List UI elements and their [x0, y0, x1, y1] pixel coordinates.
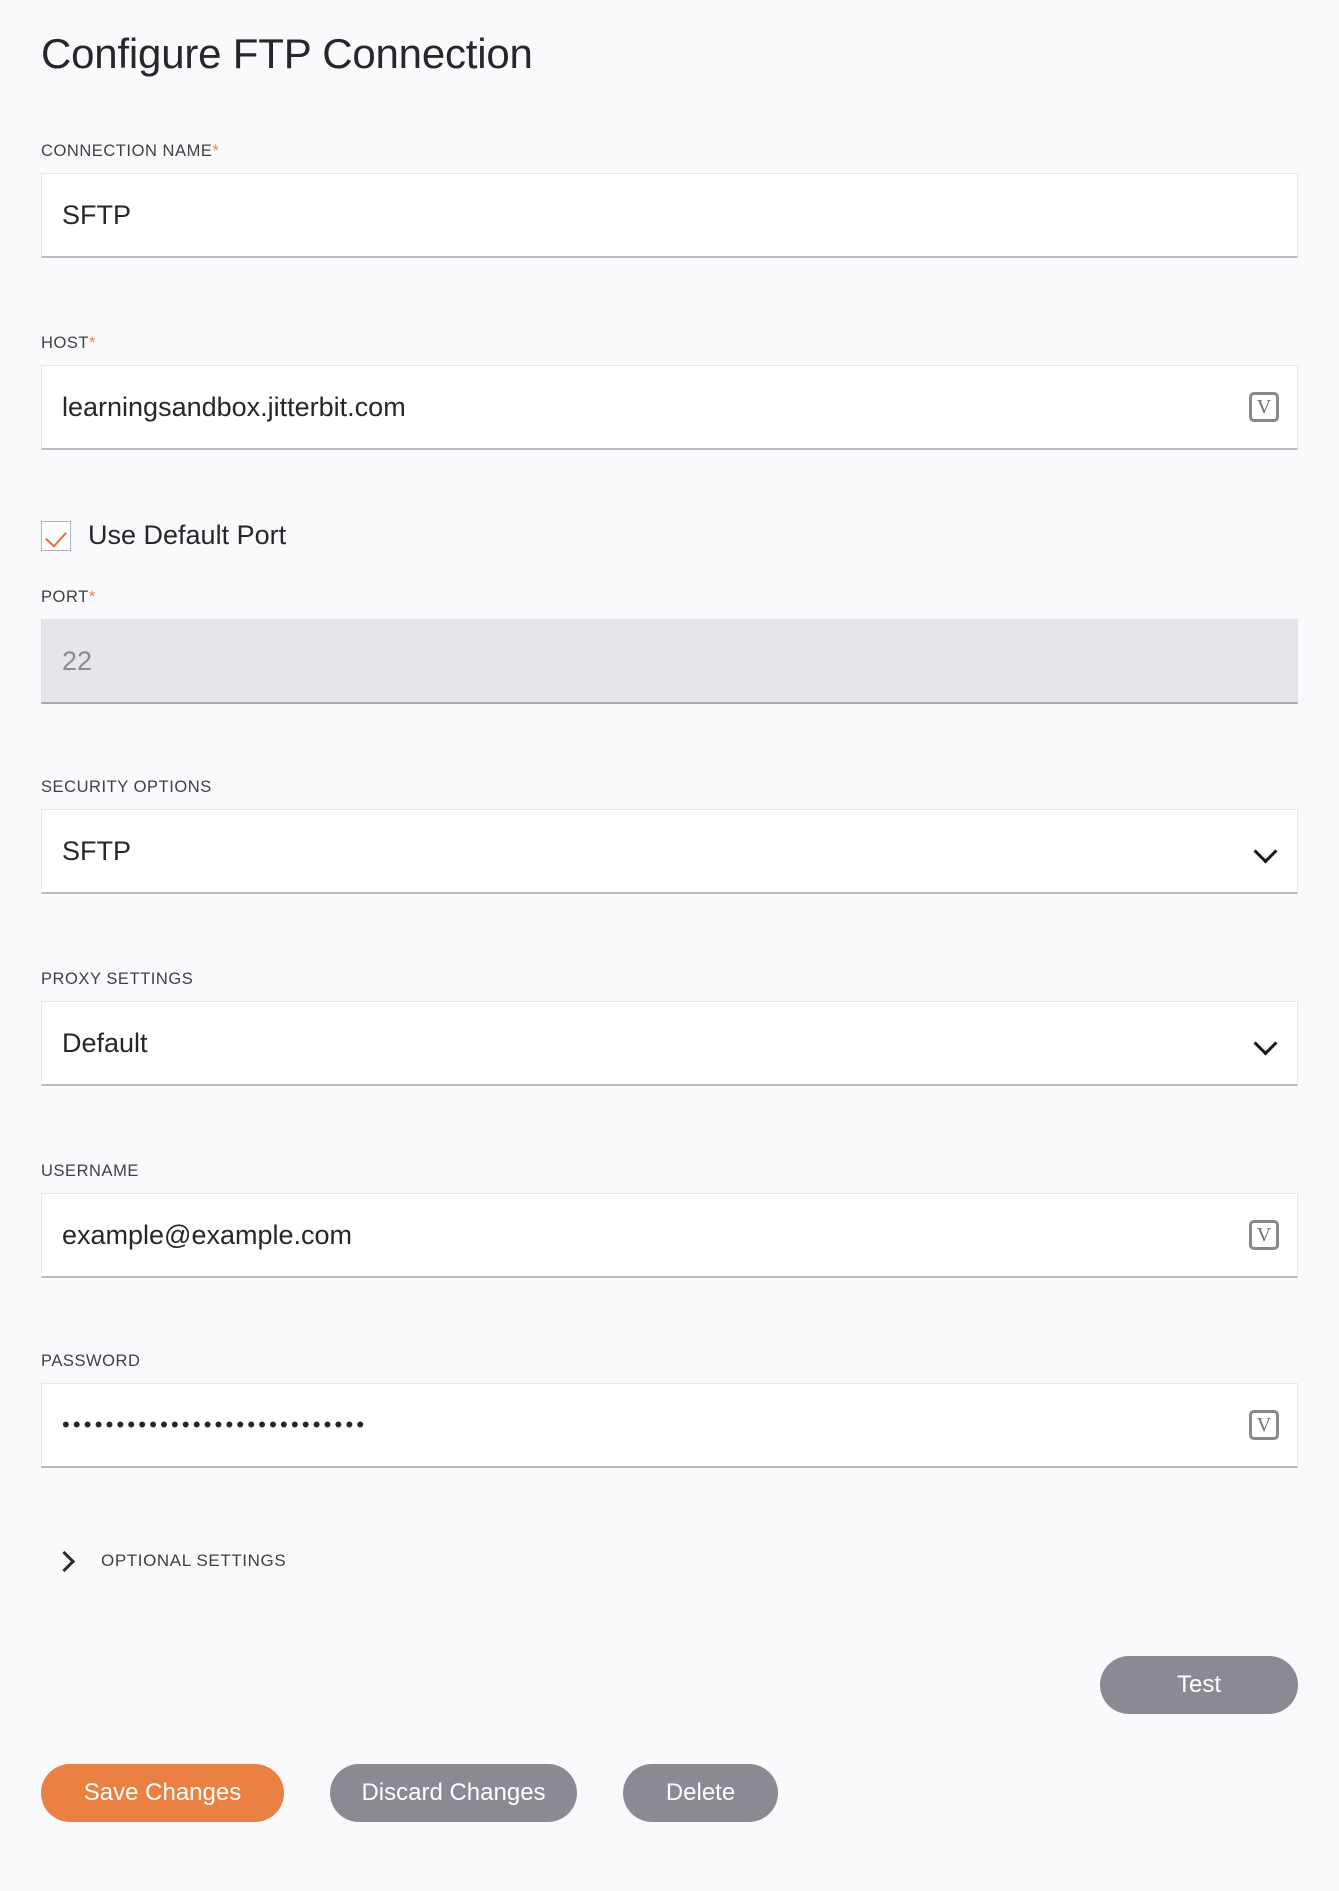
use-default-port-checkbox[interactable]	[41, 520, 71, 551]
field-connection-name: CONNECTION NAME* SFTP	[41, 142, 1298, 258]
chevron-right-icon[interactable]	[54, 1548, 76, 1574]
proxy-settings-label: PROXY SETTINGS	[41, 970, 194, 988]
configure-ftp-connection-page: Configure FTP Connection CONNECTION NAME…	[0, 0, 1339, 1891]
required-asterisk: *	[88, 587, 96, 606]
password-input[interactable]: •••••••••••••••••••••••••••• V	[41, 1383, 1298, 1468]
field-port: PORT* 22	[41, 588, 1298, 704]
security-options-label: SECURITY OPTIONS	[41, 778, 212, 796]
field-proxy-settings: PROXY SETTINGS Default	[41, 970, 1298, 1086]
test-button-row: Test	[41, 1656, 1298, 1714]
variable-icon[interactable]: V	[1249, 392, 1279, 422]
host-input[interactable]: learningsandbox.jitterbit.com V	[41, 365, 1298, 450]
password-label: PASSWORD	[41, 1352, 141, 1370]
field-security-options: SECURITY OPTIONS SFTP	[41, 778, 1298, 894]
variable-icon[interactable]: V	[1249, 1220, 1279, 1250]
page-title: Configure FTP Connection	[41, 30, 533, 77]
username-input[interactable]: example@example.com V	[41, 1193, 1298, 1278]
discard-changes-button[interactable]: Discard Changes	[330, 1764, 577, 1822]
host-value: learningsandbox.jitterbit.com	[62, 391, 406, 422]
proxy-settings-select[interactable]: Default	[41, 1001, 1298, 1086]
password-value: ••••••••••••••••••••••••••••	[62, 1414, 368, 1436]
connection-name-value: SFTP	[62, 199, 132, 230]
required-asterisk: *	[89, 333, 97, 352]
security-options-value: SFTP	[62, 835, 132, 866]
variable-icon[interactable]: V	[1249, 1410, 1279, 1440]
username-label: USERNAME	[41, 1162, 139, 1180]
use-default-port-label: Use Default Port	[88, 520, 287, 550]
footer-actions: Save Changes Discard Changes Delete	[41, 1764, 778, 1822]
optional-settings-toggle[interactable]: OPTIONAL SETTINGS	[41, 1548, 286, 1574]
connection-name-label: CONNECTION NAME*	[41, 141, 220, 160]
proxy-settings-value: Default	[62, 1027, 148, 1058]
chevron-down-icon[interactable]	[1253, 838, 1279, 864]
use-default-port-row[interactable]: Use Default Port	[41, 520, 286, 551]
security-options-select[interactable]: SFTP	[41, 809, 1298, 894]
connection-name-input[interactable]: SFTP	[41, 173, 1298, 258]
port-input: 22	[41, 619, 1298, 704]
field-host: HOST* learningsandbox.jitterbit.com V	[41, 334, 1298, 450]
host-label: HOST*	[41, 333, 97, 352]
field-password: PASSWORD •••••••••••••••••••••••••••• V	[41, 1352, 1298, 1468]
field-username: USERNAME example@example.com V	[41, 1162, 1298, 1278]
chevron-down-icon[interactable]	[1253, 1030, 1279, 1056]
optional-settings-label: OPTIONAL SETTINGS	[101, 1551, 287, 1570]
port-value: 22	[62, 645, 93, 676]
username-value: example@example.com	[62, 1219, 353, 1250]
required-asterisk: *	[212, 141, 220, 160]
save-changes-button[interactable]: Save Changes	[41, 1764, 284, 1822]
port-label: PORT*	[41, 587, 96, 606]
test-button[interactable]: Test	[1100, 1656, 1298, 1714]
delete-button[interactable]: Delete	[623, 1764, 778, 1822]
